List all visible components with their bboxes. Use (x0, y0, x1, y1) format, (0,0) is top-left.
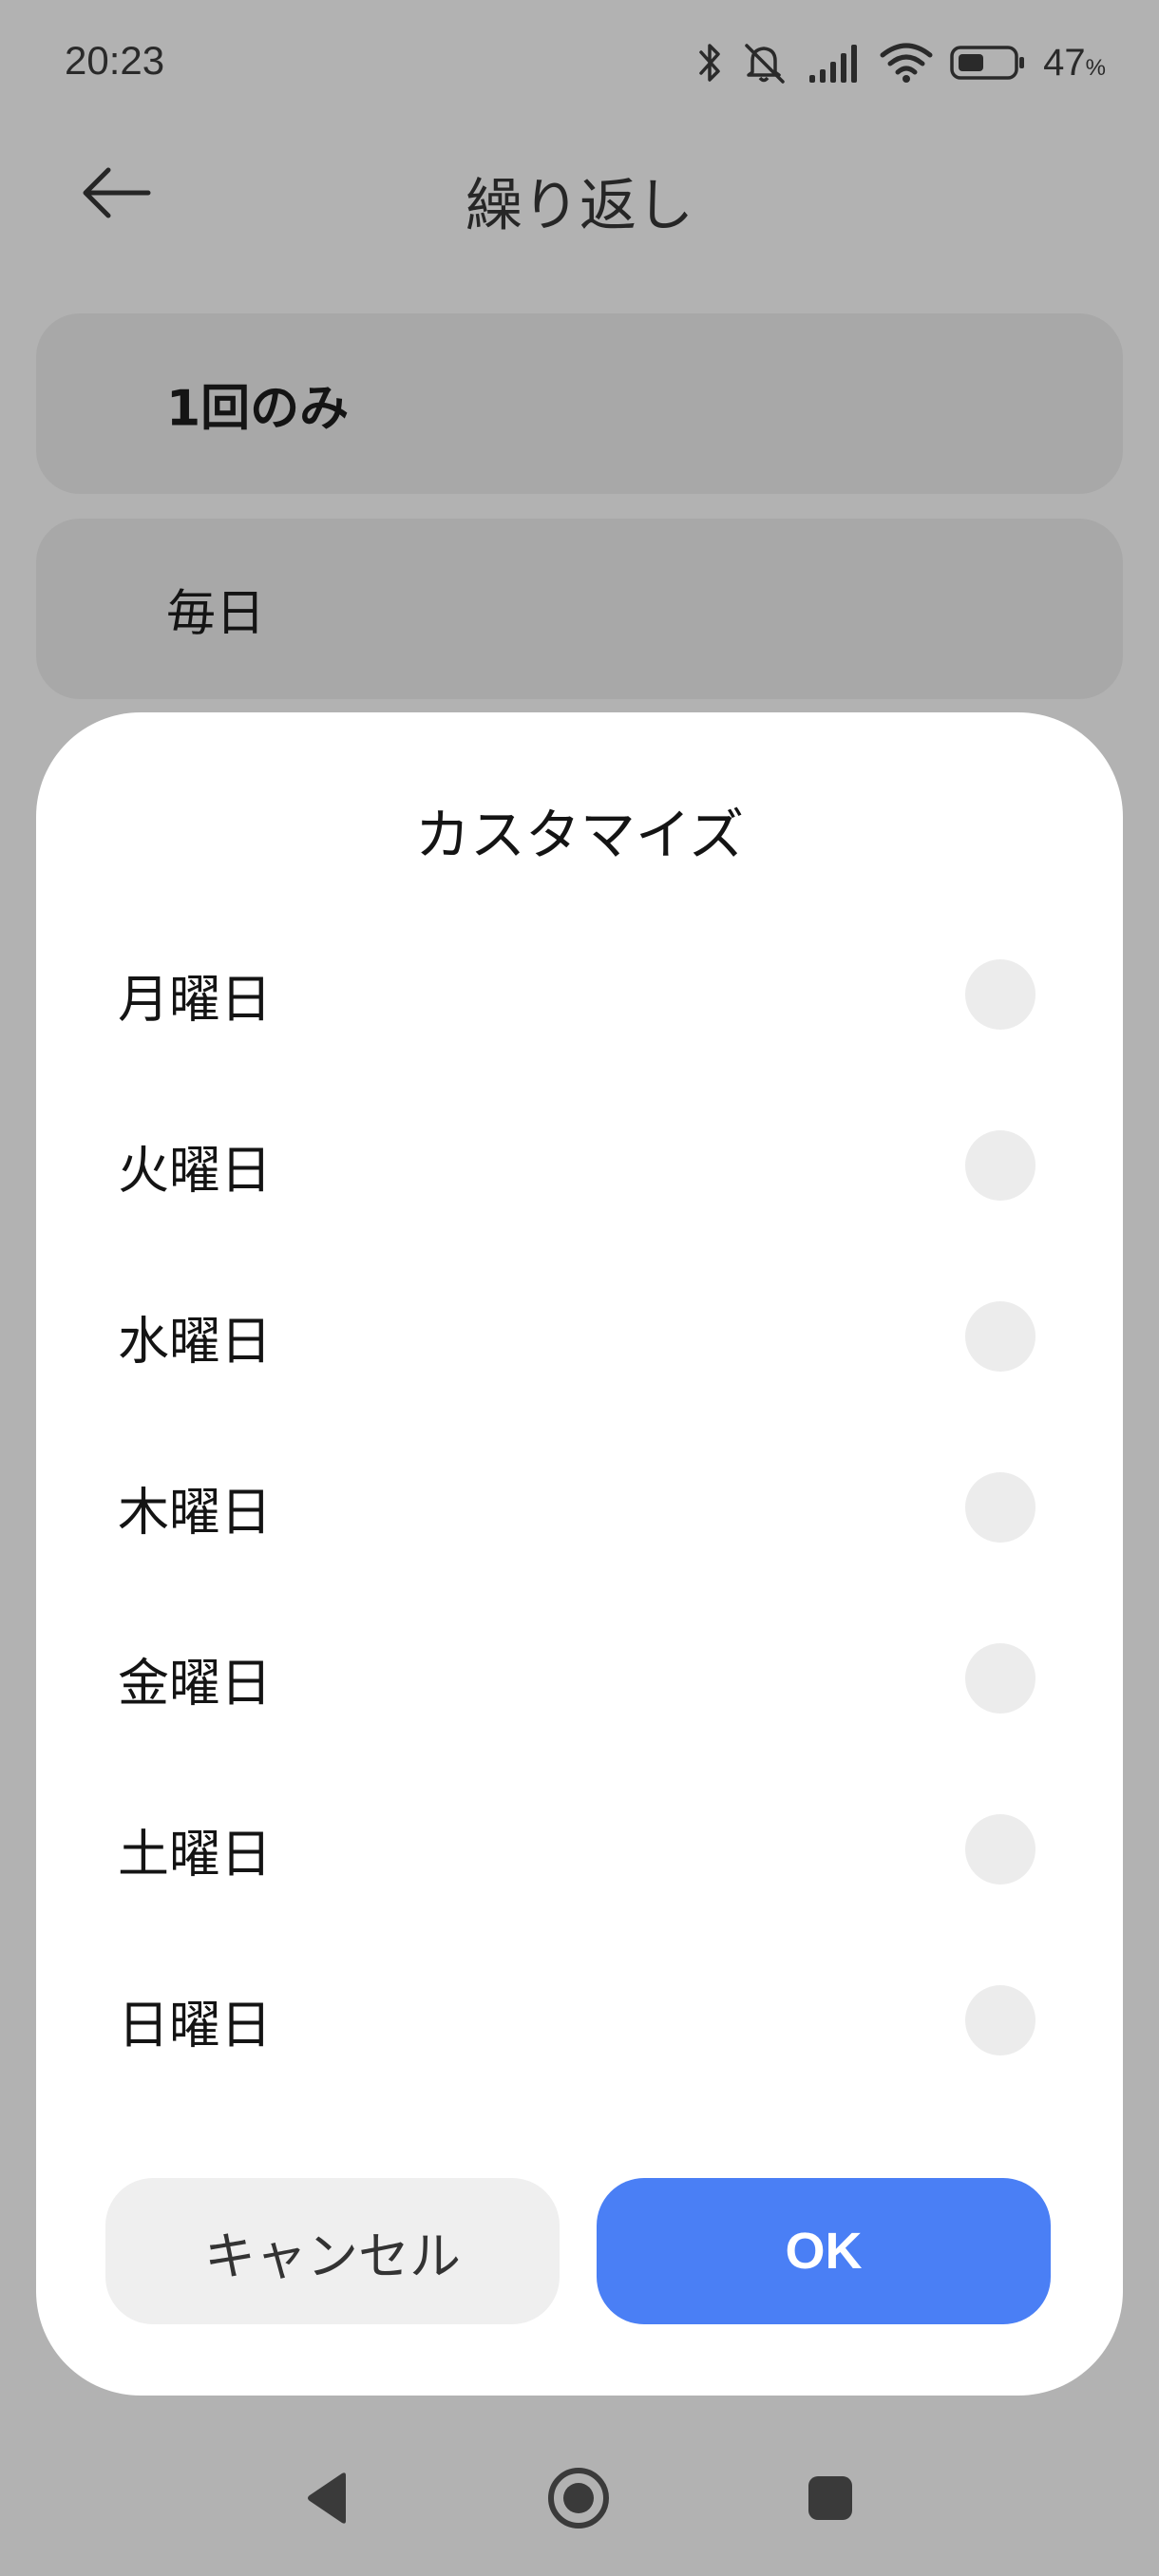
day-checkbox[interactable] (965, 1643, 1036, 1714)
wifi-icon (880, 42, 933, 84)
day-row-wednesday[interactable]: 水曜日 (36, 1265, 1123, 1408)
day-label: 水曜日 (118, 1311, 272, 1372)
nav-recents-icon (807, 2474, 854, 2526)
bluetooth-icon (697, 40, 724, 85)
battery-percent-value: 47 (1043, 41, 1086, 84)
nav-home-button[interactable] (539, 2460, 618, 2540)
day-row-tuesday[interactable]: 火曜日 (36, 1094, 1123, 1237)
status-icons: 47% (697, 36, 1106, 89)
mute-icon (741, 40, 790, 85)
day-row-sunday[interactable]: 日曜日 (36, 1949, 1123, 2092)
day-row-monday[interactable]: 月曜日 (36, 923, 1123, 1066)
nav-back-button[interactable] (288, 2460, 368, 2540)
battery-percent-unit: % (1085, 54, 1106, 81)
day-checkbox[interactable] (965, 959, 1036, 1030)
day-label: 月曜日 (118, 969, 272, 1030)
cancel-button[interactable]: キャンセル (105, 2178, 560, 2324)
day-checkbox[interactable] (965, 1985, 1036, 2055)
option-daily-label: 毎日 (166, 585, 266, 643)
signal-icon (808, 43, 863, 83)
day-checkbox[interactable] (965, 1814, 1036, 1885)
day-label: 日曜日 (118, 1995, 272, 2055)
day-row-thursday[interactable]: 木曜日 (36, 1436, 1123, 1579)
day-row-saturday[interactable]: 土曜日 (36, 1778, 1123, 1921)
ok-button[interactable]: OK (597, 2178, 1051, 2324)
nav-back-icon (304, 2471, 352, 2529)
status-time: 20:23 (65, 38, 165, 83)
nav-home-icon (546, 2466, 611, 2534)
dialog-title: カスタマイズ (414, 803, 745, 867)
customize-dialog: カスタマイズ 月曜日 火曜日 水曜日 木曜日 金曜日 土曜日 日曜日 キャンセル… (36, 712, 1123, 2396)
option-daily[interactable]: 毎日 (36, 519, 1123, 699)
day-label: 金曜日 (118, 1653, 272, 1714)
day-label: 火曜日 (118, 1140, 272, 1201)
day-checkbox[interactable] (965, 1301, 1036, 1372)
status-bar: 20:23 47% (0, 0, 1159, 128)
day-checkbox[interactable] (965, 1130, 1036, 1201)
day-label: 木曜日 (118, 1482, 272, 1543)
day-row-friday[interactable]: 金曜日 (36, 1607, 1123, 1750)
battery-icon (950, 44, 1026, 82)
day-checkbox[interactable] (965, 1472, 1036, 1543)
option-once-label: 1回のみ (166, 380, 350, 438)
battery-percentage: 47% (1043, 42, 1106, 85)
nav-recents-button[interactable] (790, 2460, 870, 2540)
option-once[interactable]: 1回のみ (36, 313, 1123, 494)
day-label: 土曜日 (118, 1824, 272, 1885)
page-title: 繰り返し (466, 173, 694, 239)
